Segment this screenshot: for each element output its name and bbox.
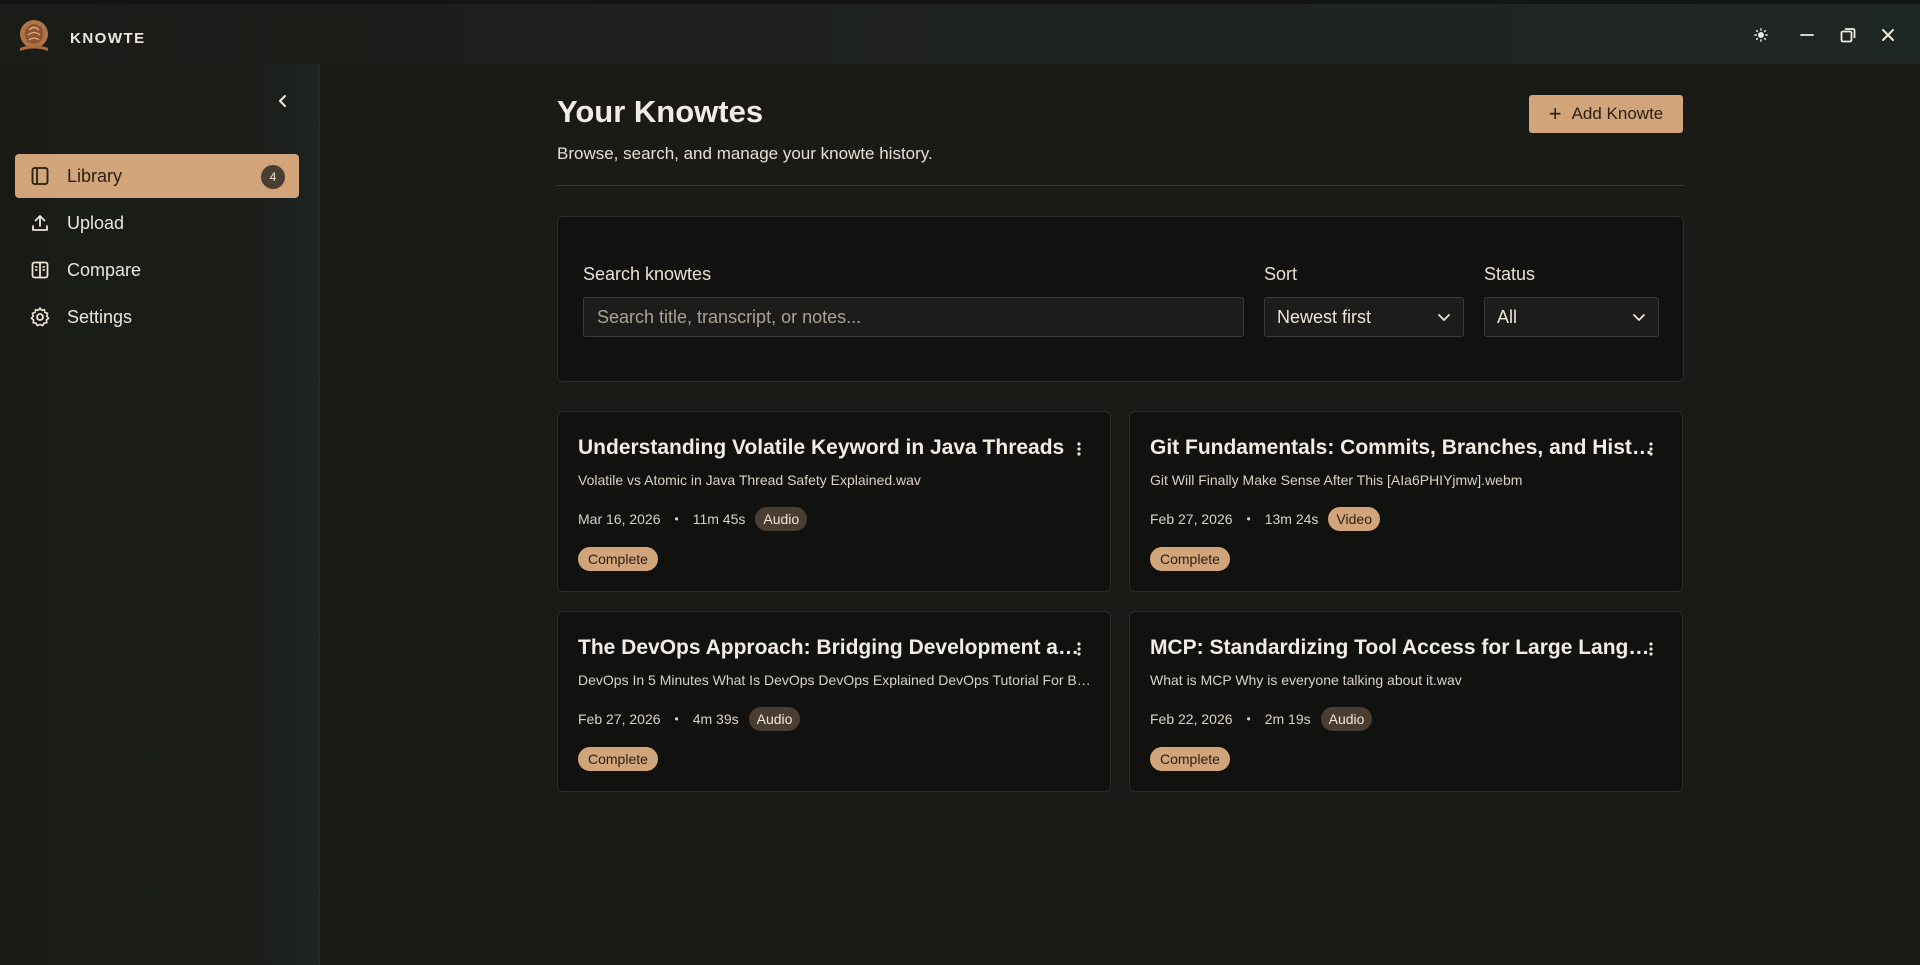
card-duration: 11m 45s: [692, 511, 746, 527]
more-vertical-icon: [1649, 442, 1653, 456]
filter-panel: Search knowtes Sort Newest first Status …: [557, 216, 1684, 382]
card-date: Feb 22, 2026: [1150, 711, 1233, 727]
card-date: Feb 27, 2026: [1150, 511, 1233, 527]
close-icon: [1882, 29, 1894, 41]
sort-select[interactable]: Newest first: [1264, 297, 1464, 337]
sidebar-item-library[interactable]: Library 4: [15, 154, 299, 198]
restore-icon: [1840, 28, 1856, 43]
more-vertical-icon: [1077, 442, 1081, 456]
media-type-badge: Audio: [1320, 707, 1373, 731]
chevron-down-icon: [1438, 314, 1450, 321]
minimize-icon: [1800, 34, 1814, 36]
status-select[interactable]: All: [1484, 297, 1659, 337]
card-duration: 13m 24s: [1264, 511, 1319, 527]
knowte-card[interactable]: MCP: Standardizing Tool Access for Large…: [1129, 611, 1683, 792]
separator-dot: •: [674, 712, 679, 726]
card-duration: 4m 39s: [692, 711, 739, 727]
card-meta: Feb 22, 2026 • 2m 19s Audio: [1150, 707, 1373, 731]
card-duration: 2m 19s: [1264, 711, 1311, 727]
search-label: Search knowtes: [583, 264, 712, 284]
status-label: Status: [1484, 264, 1536, 284]
media-type-badge: Video: [1328, 507, 1380, 531]
more-vertical-icon: [1649, 642, 1653, 656]
card-meta: Feb 27, 2026 • 13m 24s Video: [1150, 507, 1380, 531]
separator-dot: •: [674, 512, 679, 526]
upload-icon: [29, 212, 51, 234]
search-input[interactable]: [583, 297, 1244, 337]
sidebar-item-label: Library: [67, 165, 123, 186]
card-filename: What is MCP Why is everyone talking abou…: [1150, 672, 1462, 688]
library-count-badge: 4: [261, 165, 285, 189]
status-badge: Complete: [1150, 547, 1230, 571]
card-title: Git Fundamentals: Commits, Branches, and…: [1150, 436, 1655, 459]
knowte-logo-icon: [14, 16, 54, 56]
media-type-badge: Audio: [755, 507, 808, 531]
card-menu-button[interactable]: [1072, 639, 1086, 659]
card-date: Feb 27, 2026: [578, 711, 661, 727]
theme-toggle-button[interactable]: [1748, 22, 1774, 48]
library-icon: [29, 165, 51, 187]
media-type-badge: Audio: [748, 707, 801, 731]
sidebar-item-settings[interactable]: Settings: [15, 295, 299, 339]
sort-selected-value: Newest first: [1277, 306, 1372, 327]
sidebar: Library 4 Upload Compare Settings: [0, 64, 320, 965]
sidebar-item-label: Compare: [67, 259, 142, 280]
status-badge: Complete: [1150, 747, 1230, 771]
sidebar-item-upload[interactable]: Upload: [15, 201, 299, 245]
card-meta: Mar 16, 2026 • 11m 45s Audio: [578, 507, 808, 531]
plus-icon: +: [1548, 101, 1562, 126]
header-divider: [557, 185, 1684, 186]
gear-icon: [29, 306, 51, 328]
sort-label: Sort: [1264, 264, 1298, 284]
app-brand: KNOWTE: [70, 30, 146, 47]
status-badge: Complete: [578, 547, 658, 571]
card-title: MCP: Standardizing Tool Access for Large…: [1150, 636, 1655, 659]
sidebar-item-label: Settings: [67, 306, 133, 327]
card-filename: Git Will Finally Make Sense After This […: [1150, 472, 1523, 488]
card-menu-button[interactable]: [1644, 639, 1658, 659]
knowte-card[interactable]: The DevOps Approach: Bridging Developmen…: [557, 611, 1111, 792]
separator-dot: •: [1246, 712, 1251, 726]
card-filename: Volatile vs Atomic in Java Thread Safety…: [578, 472, 921, 488]
close-button[interactable]: [1875, 22, 1901, 48]
minimize-button[interactable]: [1794, 22, 1820, 48]
card-date: Mar 16, 2026: [578, 511, 661, 527]
card-menu-button[interactable]: [1644, 439, 1658, 459]
card-menu-button[interactable]: [1072, 439, 1086, 459]
chevron-left-icon: [279, 95, 286, 107]
page-title: Your Knowtes: [557, 94, 764, 129]
status-badge: Complete: [578, 747, 658, 771]
separator-dot: •: [1246, 512, 1251, 526]
add-knowte-label: Add Knowte: [1571, 104, 1664, 123]
card-filename: DevOps In 5 Minutes What Is DevOps DevOp…: [578, 672, 1093, 688]
sidebar-item-label: Upload: [67, 212, 125, 233]
knowte-card[interactable]: Understanding Volatile Keyword in Java T…: [557, 411, 1111, 592]
status-selected-value: All: [1497, 306, 1518, 327]
card-title: The DevOps Approach: Bridging Developmen…: [578, 636, 1083, 659]
restore-button[interactable]: [1835, 22, 1861, 48]
card-meta: Feb 27, 2026 • 4m 39s Audio: [578, 707, 801, 731]
page-subtitle: Browse, search, and manage your knowte h…: [557, 144, 933, 163]
knowte-card[interactable]: Git Fundamentals: Commits, Branches, and…: [1129, 411, 1683, 592]
more-vertical-icon: [1077, 642, 1081, 656]
sun-icon: [1754, 28, 1768, 42]
card-title: Understanding Volatile Keyword in Java T…: [578, 436, 1065, 459]
add-knowte-button[interactable]: + Add Knowte: [1529, 95, 1683, 133]
collapse-sidebar-button[interactable]: [272, 90, 294, 112]
chevron-down-icon: [1633, 314, 1645, 321]
compare-icon: [29, 259, 51, 281]
title-bar: KNOWTE: [0, 0, 1920, 64]
sidebar-item-compare[interactable]: Compare: [15, 248, 299, 292]
